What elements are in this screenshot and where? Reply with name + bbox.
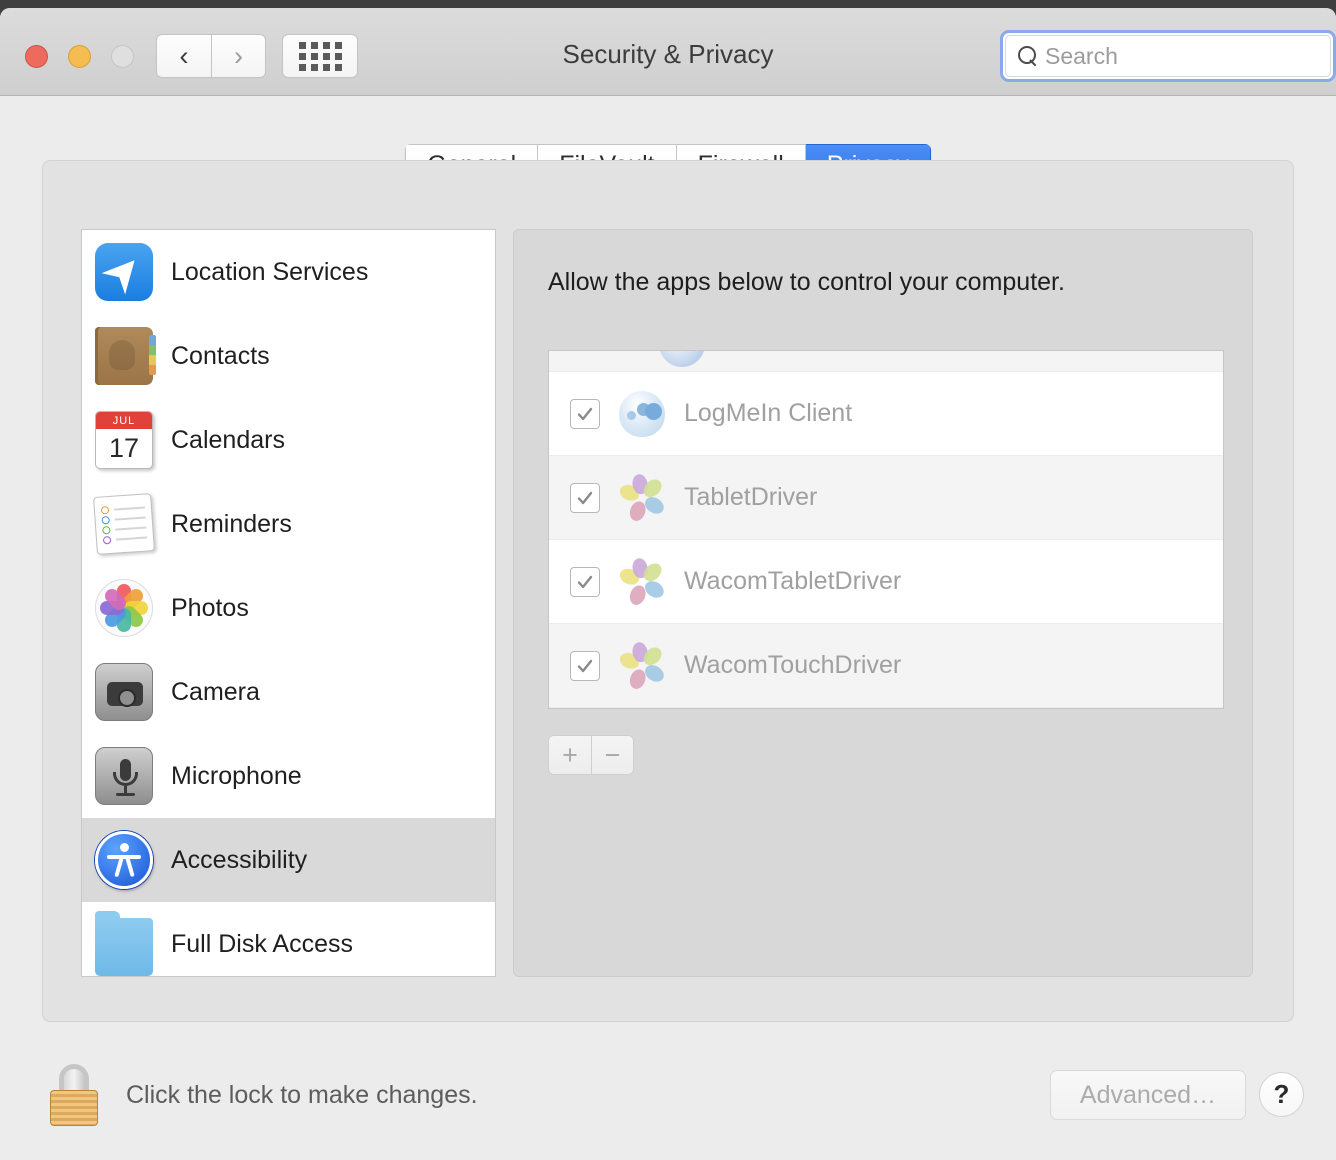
- app-checkbox[interactable]: [570, 398, 600, 429]
- sidebar-item-label: Contacts: [171, 341, 270, 370]
- sidebar-item-label: Photos: [171, 593, 249, 622]
- sidebar-item-label: Reminders: [171, 509, 292, 538]
- privacy-panel: Location Services Contacts JUL 17 Calend…: [42, 160, 1294, 1022]
- app-checkbox[interactable]: [570, 482, 600, 513]
- lock-control[interactable]: Click the lock to make changes.: [48, 1064, 478, 1126]
- partial-app-icon: [659, 351, 705, 367]
- app-checkbox[interactable]: [570, 566, 600, 597]
- app-name: TabletDriver: [684, 483, 818, 511]
- sidebar-item-contacts[interactable]: Contacts: [82, 314, 495, 398]
- detail-description: Allow the apps below to control your com…: [548, 268, 1065, 296]
- window-titlebar: ‹ › Security & Privacy Search: [0, 8, 1336, 96]
- lock-closed-icon[interactable]: [48, 1064, 100, 1126]
- accessibility-icon: [95, 831, 153, 889]
- logmein-icon: [619, 390, 665, 437]
- sidebar-item-accessibility[interactable]: Accessibility: [82, 818, 495, 902]
- search-placeholder: Search: [1045, 42, 1118, 69]
- remove-app-button[interactable]: −: [591, 736, 633, 774]
- calendar-month: JUL: [96, 412, 152, 429]
- table-row-partial[interactable]: [549, 351, 1223, 372]
- sidebar-item-full-disk-access[interactable]: Full Disk Access: [82, 902, 495, 976]
- app-checkbox[interactable]: [570, 650, 600, 681]
- sidebar-item-reminders[interactable]: Reminders: [82, 482, 495, 566]
- search-icon: [1018, 46, 1038, 66]
- privacy-category-list[interactable]: Location Services Contacts JUL 17 Calend…: [81, 229, 496, 977]
- add-remove-segmented-control[interactable]: + −: [548, 735, 634, 775]
- sidebar-item-label: Microphone: [171, 761, 302, 790]
- contacts-icon: [95, 327, 156, 385]
- help-button[interactable]: ?: [1259, 1072, 1304, 1117]
- app-name: LogMeIn Client: [684, 399, 853, 427]
- app-name: WacomTabletDriver: [684, 567, 902, 595]
- app-name: WacomTouchDriver: [684, 651, 902, 679]
- search-field-wrapper[interactable]: Search: [1000, 30, 1336, 82]
- sidebar-item-label: Camera: [171, 677, 260, 706]
- sidebar-item-photos[interactable]: Photos: [82, 566, 495, 650]
- folder-icon: [95, 911, 153, 976]
- table-row[interactable]: WacomTouchDriver: [549, 624, 1223, 708]
- search-input[interactable]: Search: [1005, 35, 1331, 77]
- sidebar-item-calendars[interactable]: JUL 17 Calendars: [82, 398, 495, 482]
- footer-bar: Click the lock to make changes. Advanced…: [0, 1048, 1336, 1160]
- lock-hint-text: Click the lock to make changes.: [126, 1080, 478, 1109]
- sidebar-item-location-services[interactable]: Location Services: [82, 230, 495, 314]
- sidebar-item-camera[interactable]: Camera: [82, 650, 495, 734]
- sidebar-item-label: Accessibility: [171, 845, 308, 874]
- table-row[interactable]: WacomTabletDriver: [549, 540, 1223, 624]
- advanced-button[interactable]: Advanced…: [1050, 1070, 1246, 1120]
- preferences-window: ‹ › Security & Privacy Search General Fi…: [0, 8, 1336, 1160]
- wacom-icon: [616, 640, 667, 691]
- detail-pane: Allow the apps below to control your com…: [513, 229, 1253, 977]
- add-app-button[interactable]: +: [549, 736, 591, 774]
- wacom-icon: [616, 472, 667, 523]
- location-services-icon: [95, 243, 153, 301]
- reminders-icon: [93, 493, 155, 555]
- table-row[interactable]: TabletDriver: [549, 456, 1223, 540]
- calendar-day: 17: [108, 433, 140, 463]
- wacom-icon: [616, 556, 667, 607]
- sidebar-item-microphone[interactable]: Microphone: [82, 734, 495, 818]
- table-row[interactable]: LogMeIn Client: [549, 372, 1223, 456]
- camera-icon: [95, 663, 153, 721]
- sidebar-item-label: Calendars: [171, 425, 285, 454]
- calendars-icon: JUL 17: [95, 411, 153, 469]
- microphone-icon: [95, 747, 153, 805]
- allowed-apps-list[interactable]: LogMeIn Client TabletDriver WacomTabletD…: [548, 350, 1224, 709]
- sidebar-item-label: Location Services: [171, 257, 369, 286]
- photos-icon: [95, 579, 153, 637]
- sidebar-item-label: Full Disk Access: [171, 929, 353, 958]
